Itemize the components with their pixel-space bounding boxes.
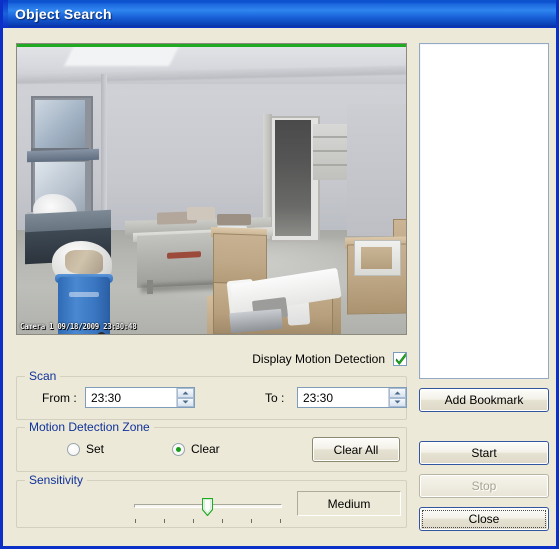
scan-to-value[interactable]: 23:30	[298, 388, 388, 407]
sensitivity-slider-thumb[interactable]	[201, 497, 214, 517]
window-title: Object Search	[15, 5, 112, 22]
scan-from-spinner[interactable]: 23:30	[85, 387, 195, 408]
scan-group-legend: Scan	[25, 369, 61, 383]
sensitivity-slider[interactable]	[134, 495, 282, 525]
sensitivity-slider-ticks	[134, 519, 282, 524]
scan-from-spin-buttons	[176, 388, 194, 407]
scan-from-spin-down-button[interactable]	[177, 397, 194, 407]
title-bar-left-edge	[3, 0, 8, 27]
sensitivity-value-readout: Medium	[297, 491, 401, 516]
scan-to-label: To :	[265, 391, 285, 405]
sensitivity-group: Sensitivity Medium	[16, 473, 407, 528]
scan-to-spin-down-button[interactable]	[389, 397, 406, 407]
scan-to-spin-buttons	[388, 388, 406, 407]
scan-from-value[interactable]: 23:30	[86, 388, 176, 407]
sensitivity-group-legend: Sensitivity	[25, 473, 88, 487]
checkmark-icon	[395, 352, 407, 366]
scan-group: Scan From : 23:30 To : 23:30	[16, 369, 407, 420]
video-scene	[17, 44, 406, 334]
object-search-dialog: Object Search Camera 1 09/18/2009 23:30:…	[0, 0, 559, 549]
scan-from-spin-up-button[interactable]	[177, 388, 194, 398]
dialog-client-area: Camera 1 09/18/2009 23:30:48 Display Mot…	[3, 28, 556, 546]
motion-zone-indicator	[17, 44, 406, 47]
zone-clear-label: Clear	[191, 442, 220, 456]
display-motion-detection-row[interactable]: Display Motion Detection	[199, 350, 407, 368]
close-button[interactable]: Close	[419, 507, 549, 531]
scan-to-spinner[interactable]: 23:30	[297, 387, 407, 408]
scan-from-label: From :	[42, 391, 77, 405]
zone-set-label: Set	[86, 442, 105, 456]
zone-clear-radio-row[interactable]: Clear	[172, 442, 220, 456]
stop-button: Stop	[419, 474, 549, 498]
clear-all-button[interactable]: Clear All	[312, 437, 400, 462]
start-button[interactable]: Start	[419, 441, 549, 465]
zone-clear-radio[interactable]	[172, 442, 185, 456]
zone-set-radio[interactable]	[67, 442, 80, 456]
motion-detection-zone-legend: Motion Detection Zone	[25, 420, 154, 434]
display-motion-detection-checkbox[interactable]	[393, 352, 407, 366]
camera-preview[interactable]: Camera 1 09/18/2009 23:30:48	[16, 43, 407, 335]
video-timestamp-overlay: Camera 1 09/18/2009 23:30:48	[20, 322, 137, 331]
display-motion-detection-label: Display Motion Detection	[252, 352, 385, 366]
title-bar[interactable]: Object Search	[3, 0, 556, 28]
close-button-label: Close	[468, 512, 500, 526]
motion-detection-zone-group: Motion Detection Zone Set Clear Clear Al…	[16, 420, 407, 472]
zone-set-radio-row[interactable]: Set	[67, 442, 104, 456]
add-bookmark-button[interactable]: Add Bookmark	[419, 388, 549, 412]
scan-to-spin-up-button[interactable]	[389, 388, 406, 398]
bookmark-listbox[interactable]	[419, 43, 549, 379]
